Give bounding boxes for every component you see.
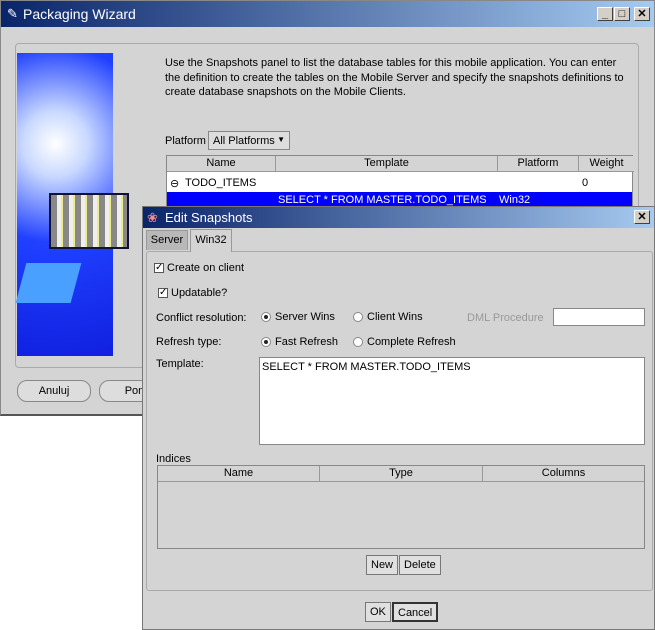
indices-header-name[interactable]: Name [158,466,320,482]
snapshot-icon: ❀ [147,210,158,225]
laptop-image [15,263,82,303]
complete-refresh-radio[interactable]: Complete Refresh [353,336,456,348]
delete-button[interactable]: Delete [399,555,441,575]
dml-procedure-input[interactable] [553,308,645,326]
maximize-button[interactable]: □ [614,7,630,21]
dml-label: DML Procedure [467,312,544,324]
column-header-name[interactable]: Name [167,156,276,172]
indices-label: Indices [156,453,191,465]
new-button[interactable]: New [366,555,399,575]
fast-refresh-radio[interactable]: Fast Refresh [261,336,338,348]
wizard-icon: ✎ [7,6,18,21]
conflict-label: Conflict resolution: [156,312,247,324]
collapse-icon[interactable]: ⊖ [170,177,179,190]
server-wins-radio[interactable]: Server Wins [261,311,335,323]
column-header-weight[interactable]: Weight [579,156,634,172]
checkmark-icon: ✓ [158,287,168,299]
chevron-down-icon: ▼ [277,135,285,144]
platform-select[interactable]: All Platforms ▼ [208,131,290,150]
template-textarea[interactable]: SELECT * FROM MASTER.TODO_ITEMS [259,357,645,445]
checkmark-icon: ✓ [154,262,164,274]
close-button[interactable]: ✕ [634,7,650,21]
description-text: Use the Snapshots panel to list the data… [165,57,624,98]
create-on-client-checkbox[interactable]: ✓ Create on client [154,262,244,274]
client-wins-radio[interactable]: Client Wins [353,311,423,323]
window-title: Packaging Wizard [23,6,136,22]
column-header-platform[interactable]: Platform [498,156,579,172]
minimize-button[interactable]: _ [597,7,613,21]
platform-label: Platform [165,135,206,147]
table-row[interactable]: ⊖ TODO_ITEMS 0 [167,174,632,192]
wizard-illustration [15,53,129,356]
refresh-label: Refresh type: [156,336,222,348]
dialog-title-bar: ❀ Edit Snapshots ✕ [143,207,654,228]
table-image [49,193,129,249]
tab-server[interactable]: Server [146,230,188,250]
title-bar: ✎ Packaging Wizard _ □ ✕ [1,1,654,27]
indices-header-columns[interactable]: Columns [483,466,644,482]
indices-header-type[interactable]: Type [320,466,483,482]
indices-table: Name Type Columns [157,465,645,549]
cancel-button[interactable]: Anuluj [17,380,91,402]
updatable-checkbox[interactable]: ✓ Updatable? [158,287,227,299]
edit-snapshots-dialog: ❀ Edit Snapshots ✕ Server Win32 ✓ Create … [142,206,655,630]
column-header-template[interactable]: Template [276,156,498,172]
dialog-cancel-button[interactable]: Cancel [392,602,439,622]
tab-win32[interactable]: Win32 [190,229,232,252]
template-label: Template: [156,358,204,370]
dialog-close-button[interactable]: ✕ [634,210,650,224]
ok-button[interactable]: OK [365,602,391,622]
